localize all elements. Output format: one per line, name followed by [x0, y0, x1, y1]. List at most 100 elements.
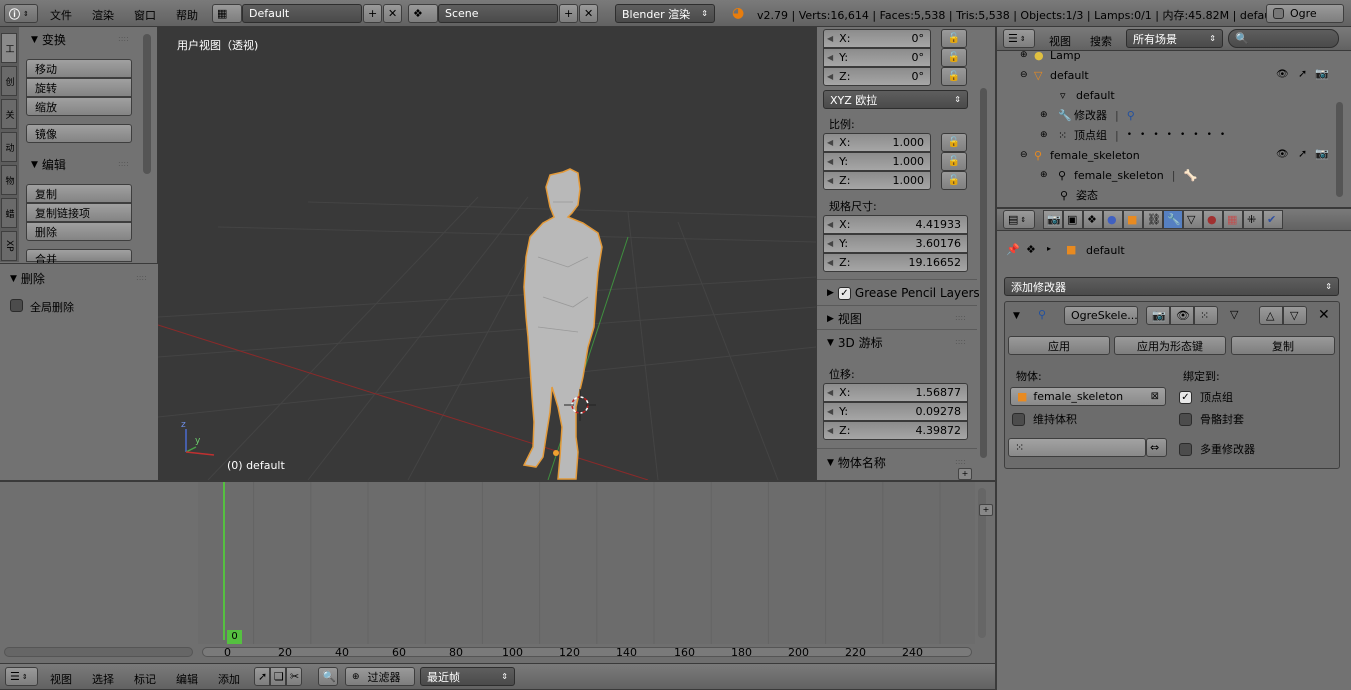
rotate-button[interactable]: 旋转 [26, 78, 132, 97]
character-model[interactable] [522, 168, 603, 480]
constraints-tab-icon[interactable]: ⛓ [1143, 210, 1163, 229]
dimension-z-field[interactable]: ◀ Z: 19.16652 [823, 253, 968, 272]
object-name-section-header[interactable]: ▼ 物体名称 [827, 454, 886, 471]
multi-modifier-option[interactable]: 多重修改器 [1179, 441, 1255, 457]
dimension-x-field[interactable]: ◀ X: 4.41933 [823, 215, 968, 234]
tab-animation[interactable]: 动 [1, 132, 17, 162]
cursor-z-field[interactable]: ◀ Z: 4.39872 [823, 421, 968, 440]
particles-tab-icon[interactable]: ⁜ [1243, 210, 1263, 229]
apply-as-shape-button[interactable]: 应用为形态键 [1114, 336, 1226, 355]
timeline-expand-icon[interactable]: + [979, 504, 993, 516]
clear-icon[interactable]: ⊠ [1151, 391, 1159, 402]
ogre-toggle[interactable]: Ogre [1266, 4, 1344, 23]
render-engine-dropdown[interactable]: Blender 渲染 ⇕ [615, 4, 715, 23]
invert-vertex-group-button[interactable]: ⇔ [1146, 438, 1167, 457]
grease-pencil-checkbox[interactable]: ✓ [837, 286, 851, 300]
cursor-select-icon[interactable]: ➚ [1298, 67, 1307, 80]
tool-shelf-scrollbar[interactable] [143, 34, 151, 174]
add-scene-button[interactable]: + [559, 4, 578, 23]
cursor-x-field[interactable]: ◀ X: 1.56877 [823, 383, 968, 402]
cursor-y-field[interactable]: ◀ Y: 0.09278 [823, 402, 968, 421]
outliner-row-vertex-groups[interactable]: ⊕ ⁙ 顶点组 | •••••••• [1040, 125, 1233, 145]
scene-icon-button[interactable]: ❖ [408, 4, 438, 23]
expand-icon[interactable]: ⊕ [1040, 130, 1058, 140]
bone-select-icon[interactable]: ✂ [286, 667, 302, 686]
scale-x-lock[interactable]: 🔓 [941, 133, 967, 152]
expand-icon[interactable]: ⊕ [1040, 110, 1058, 120]
move-down-button[interactable]: ▽ [1283, 306, 1307, 325]
menu-file[interactable]: 文件 [50, 7, 72, 23]
outliner-scrollbar[interactable] [1336, 102, 1343, 197]
3d-viewport[interactable]: 用户视图（透视) z y (0) default [158, 27, 816, 480]
rotation-x-lock[interactable]: 🔓 [941, 29, 967, 48]
timeline-search-button[interactable]: 🔍 [318, 667, 338, 686]
tab-xp[interactable]: XP [1, 231, 17, 261]
pin-icon[interactable]: 📌 [1006, 243, 1020, 256]
3d-cursor-section-header[interactable]: ▼ 3D 游标 [827, 334, 883, 351]
preserve-volume-checkbox[interactable] [1012, 412, 1025, 426]
view-section-header[interactable]: ▶ 视图 [827, 310, 862, 327]
edit-section-header[interactable]: ▼ 编辑 [31, 156, 66, 173]
physics-tab-icon[interactable]: ✔ [1263, 210, 1283, 229]
world-tab-icon[interactable]: ● [1103, 210, 1123, 229]
remove-scene-button[interactable]: ✕ [579, 4, 598, 23]
rotation-y-field[interactable]: ◀ Y: 0° [823, 48, 931, 67]
timeline-menu-marker[interactable]: 标记 [134, 671, 156, 687]
armature-object-field[interactable]: ■ female_skeleton ⊠ [1010, 387, 1166, 406]
bone-envelopes-checkbox[interactable] [1179, 412, 1192, 426]
timeline-menu-view[interactable]: 视图 [50, 671, 72, 687]
vertex-groups-option[interactable]: ✓ 顶点组 [1179, 389, 1233, 405]
duplicate-linked-button[interactable]: 复制链接项 [26, 203, 132, 222]
outliner-row-lamp[interactable]: ⊕ ● Lamp [1020, 45, 1081, 65]
screen-layout-icon-button[interactable]: ▦ [212, 4, 242, 23]
camera-render-icon[interactable]: 📷 [1315, 147, 1329, 160]
transform-section-header[interactable]: ▼ 变换 [31, 31, 66, 48]
grease-pencil-section-header[interactable]: ▶ ✓ Grease Pencil Layers [827, 286, 980, 300]
on-cage-icon[interactable]: ▽ [1230, 308, 1238, 321]
vertex-groups-checkbox[interactable]: ✓ [1179, 390, 1192, 404]
dimension-y-field[interactable]: ◀ Y: 3.60176 [823, 234, 968, 253]
preserve-volume-option[interactable]: 维持体积 [1012, 411, 1077, 427]
scale-y-field[interactable]: ◀ Y: 1.000 [823, 152, 931, 171]
outliner-row-default-object[interactable]: ⊖ ▽ default [1020, 65, 1089, 85]
tab-relations[interactable]: 关 [1, 99, 17, 129]
duplicate-button[interactable]: 复制 [26, 184, 132, 203]
timeline-editor-type-button[interactable]: ☰ ⇕ [5, 667, 38, 686]
modifiers-tab-icon[interactable]: 🔧 [1163, 210, 1183, 229]
display-mode-dropdown[interactable]: 所有场景 ⇕ [1126, 29, 1223, 48]
timeline-menu-select[interactable]: 选择 [92, 671, 114, 687]
filter-button[interactable]: ⊕ 过滤器 [345, 667, 415, 686]
operator-section-header[interactable]: ▼ 删除 [10, 270, 45, 287]
menu-window[interactable]: 窗口 [134, 7, 156, 23]
eye-icon[interactable]: 👁 [1276, 69, 1289, 80]
viewport-toggle-icon[interactable]: 👁 [1170, 306, 1194, 325]
mirror-button[interactable]: 镜像 [26, 124, 132, 143]
rotation-z-lock[interactable]: 🔓 [941, 67, 967, 86]
properties-editor-type-button[interactable]: ▤ ⇕ [1003, 210, 1035, 229]
render-toggle-icon[interactable]: 📷 [1146, 306, 1170, 325]
outliner-menu-search[interactable]: 搜索 [1090, 33, 1112, 49]
outliner-row-female-skeleton[interactable]: ⊖ ⚲ female_skeleton [1020, 145, 1140, 165]
join-button[interactable]: 合并 [26, 249, 132, 266]
expand-icon[interactable]: ⊕ [1020, 50, 1034, 60]
remove-screen-button[interactable]: ✕ [383, 4, 402, 23]
outliner-row-default-mesh[interactable]: ▿ default [1060, 85, 1115, 105]
keying-dropdown[interactable]: 最近帧 ⇕ [420, 667, 515, 686]
ghost-icon[interactable]: ❏ [270, 667, 286, 686]
camera-render-icon[interactable]: 📷 [1315, 67, 1329, 80]
apply-button[interactable]: 应用 [1008, 336, 1110, 355]
ogre-checkbox[interactable] [1273, 8, 1284, 19]
rotation-z-field[interactable]: ◀ Z: 0° [823, 67, 931, 86]
move-up-button[interactable]: △ [1259, 306, 1283, 325]
tab-create[interactable]: 创 [1, 66, 17, 96]
scale-x-field[interactable]: ◀ X: 1.000 [823, 133, 931, 152]
tab-physics[interactable]: 物 [1, 165, 17, 195]
object-tab-icon[interactable]: ■ [1123, 210, 1143, 229]
modifier-name-field[interactable]: OgreSkele... [1064, 306, 1138, 325]
scale-y-lock[interactable]: 🔓 [941, 152, 967, 171]
global-delete-checkbox[interactable] [10, 299, 23, 312]
scale-z-lock[interactable]: 🔓 [941, 171, 967, 190]
vertex-group-field[interactable]: ⁙ [1008, 438, 1146, 457]
outliner-row-skeleton-data[interactable]: ⊕ ⚲ female_skeleton | 🦴 [1040, 165, 1197, 185]
render-layers-tab-icon[interactable]: ▣ [1063, 210, 1083, 229]
